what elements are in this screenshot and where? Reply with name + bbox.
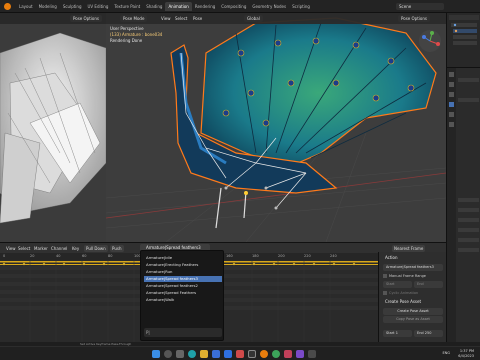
chrome-icon[interactable] <box>272 350 280 358</box>
menu-pose[interactable]: Pose <box>190 15 205 22</box>
peacock-rig-render <box>106 13 446 242</box>
viewport-info: User Perspective (133) Armature : bone03… <box>110 26 162 44</box>
ruler-tick: 80 <box>108 254 113 258</box>
ruler-tick: 160 <box>226 254 233 258</box>
workspace-tabs: Layout Modeling Sculpting UV Editing Tex… <box>16 2 313 11</box>
tab-texture-paint[interactable]: Texture Paint <box>111 2 143 11</box>
render-status-label: Rendering Done <box>110 38 143 43</box>
tab-uv-editing[interactable]: UV Editing <box>85 2 112 11</box>
action-dropdown-menu[interactable]: Armature|Idle Armature|Erecting Feathers… <box>140 250 224 341</box>
tab-rendering[interactable]: Rendering <box>192 2 218 11</box>
windows-taskbar: 1:37 PM 6/4/2023 ENG <box>0 346 480 360</box>
ruler-tick: 20 <box>30 254 35 258</box>
transform-orientation[interactable]: Global <box>244 15 263 22</box>
properties-rows <box>458 78 479 252</box>
outliner[interactable] <box>446 13 480 67</box>
outliner-tree <box>449 15 479 45</box>
action-item-walk[interactable]: Armature|Walk <box>144 297 222 303</box>
cyclic-animation-checkbox[interactable]: Cyclic Animation <box>383 290 418 296</box>
app-icon[interactable] <box>296 350 304 358</box>
pull-down-button[interactable]: Pull Down <box>84 245 108 252</box>
tab-modeling[interactable]: Modeling <box>36 2 60 11</box>
ruler-tick: 220 <box>304 254 311 258</box>
action-search-input[interactable]: P| <box>144 328 222 337</box>
pose-options-button[interactable]: Pose Options <box>70 15 102 22</box>
windows-start-icon[interactable] <box>152 350 160 358</box>
mode-selector[interactable]: Pose Mode <box>120 15 148 22</box>
media-app-icon[interactable] <box>284 350 292 358</box>
action-item-erecting-feathers[interactable]: Armature|Erecting Feathers <box>144 262 222 268</box>
tab-shading[interactable]: Shading <box>143 2 165 11</box>
language-indicator[interactable]: ENG <box>442 351 450 355</box>
playback-start-field[interactable]: Start 1 <box>383 330 412 337</box>
manual-frame-range-checkbox[interactable]: Manual Frame Range <box>383 273 426 279</box>
file-explorer-icon[interactable] <box>200 350 208 358</box>
tab-sculpting[interactable]: Sculpting <box>60 2 85 11</box>
tab-compositing[interactable]: Compositing <box>218 2 249 11</box>
copy-pose-as-asset-button[interactable]: Copy Pose as Asset <box>383 316 443 323</box>
range-start-field[interactable]: Start <box>383 281 412 288</box>
action-item-run[interactable]: Armature|Run <box>144 269 222 275</box>
photos-icon[interactable] <box>236 350 244 358</box>
main-viewport[interactable]: Pose Mode View Select Pose Global Pose O… <box>106 13 446 242</box>
ruler-tick: 40 <box>56 254 61 258</box>
tab-scripting[interactable]: Scripting <box>289 2 313 11</box>
menu-marker[interactable]: Marker <box>32 245 50 252</box>
create-pose-asset-button[interactable]: Create Pose Asset <box>383 308 443 315</box>
pose-options-button[interactable]: Pose Options <box>398 15 430 22</box>
range-end-field[interactable]: End <box>414 281 443 288</box>
left-viewport-header: Pose Options <box>0 13 106 24</box>
ruler-tick: 60 <box>82 254 87 258</box>
store-icon[interactable] <box>212 350 220 358</box>
workspace-bar: Layout Modeling Sculpting UV Editing Tex… <box>0 0 480 13</box>
scene-selector[interactable]: Scene <box>396 3 444 10</box>
terminal-icon[interactable] <box>248 350 256 358</box>
app-icon[interactable] <box>308 350 316 358</box>
ruler-tick: 240 <box>330 254 337 258</box>
task-view-icon[interactable] <box>176 350 184 358</box>
main-viewport-header: Pose Mode View Select Pose Global Pose O… <box>106 13 446 24</box>
navigation-gizmo-icon[interactable] <box>418 29 442 53</box>
menu-key[interactable]: Key <box>70 245 81 252</box>
interpolation-snap[interactable]: Nearest Frame <box>392 245 426 252</box>
ruler-tick: 180 <box>252 254 259 258</box>
action-item-spread-feathers2[interactable]: Armature|Spread feathers2 <box>144 283 222 289</box>
action-section-title[interactable]: Action <box>385 255 398 261</box>
create-pose-asset-title[interactable]: Create Pose Asset <box>385 299 421 305</box>
push-button[interactable]: Push <box>110 245 124 252</box>
tab-geometry-nodes[interactable]: Geometry Nodes <box>249 2 289 11</box>
action-name-field[interactable]: Armature|Spread feathers3 <box>383 264 443 271</box>
action-item-spread-feathers3[interactable]: Armature|Spread feathers3 <box>144 276 222 282</box>
menu-select[interactable]: Select <box>172 15 190 22</box>
menu-select[interactable]: Select <box>16 245 32 252</box>
ruler-tick: 0 <box>3 254 6 258</box>
action-item-spread-feathers[interactable]: Armature|Spread Feathers <box>144 290 222 296</box>
tab-layout[interactable]: Layout <box>16 2 36 11</box>
left-viewport[interactable]: Pose Options <box>0 13 106 248</box>
peacock-solid-render <box>0 13 106 248</box>
blender-app-icon[interactable] <box>260 350 268 358</box>
ruler-tick: 200 <box>278 254 285 258</box>
search-icon[interactable] <box>164 350 172 358</box>
tab-animation[interactable]: Animation <box>165 2 192 11</box>
action-sidebar[interactable]: Action Armature|Spread feathers3 Manual … <box>378 252 446 342</box>
edge-browser-icon[interactable] <box>188 350 196 358</box>
blender-logo-icon[interactable] <box>4 3 11 10</box>
menu-channel[interactable]: Channel <box>49 245 69 252</box>
clock-date: 6/4/2023 <box>458 354 474 358</box>
playback-end-field[interactable]: End 250 <box>414 330 443 337</box>
properties-editor[interactable] <box>446 67 480 349</box>
action-item-idle[interactable]: Armature|Idle <box>144 255 222 261</box>
mail-icon[interactable] <box>224 350 232 358</box>
system-tray[interactable]: 1:37 PM 6/4/2023 <box>458 349 474 359</box>
